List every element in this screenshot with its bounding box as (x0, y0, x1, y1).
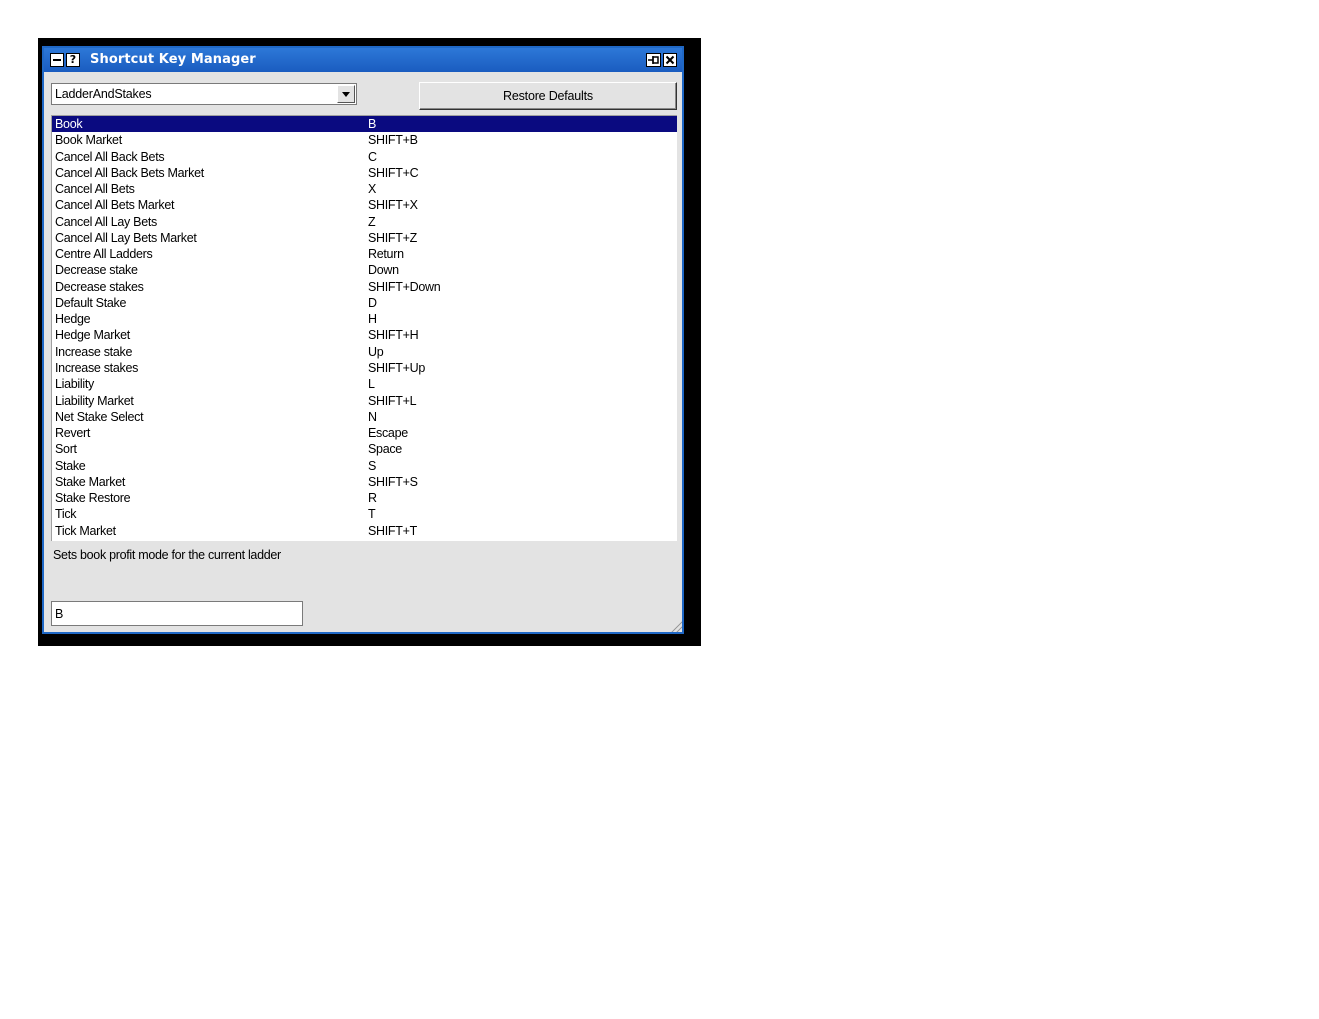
shortcut-action-label: Book (55, 117, 83, 131)
list-item[interactable]: Hedge Market SHIFT+H (52, 327, 677, 343)
list-item[interactable]: Book B (52, 116, 677, 133)
shortcut-key-label: SHIFT+L (368, 393, 417, 408)
shortcut-key-label: SHIFT+S (368, 474, 418, 489)
shortcut-key-label: Down (368, 263, 399, 278)
list-item[interactable]: Liability L (52, 376, 677, 392)
shortcut-action-label: Cancel All Back Bets Market (55, 165, 204, 180)
shortcut-key-label: Space (368, 442, 402, 457)
shortcut-action-label: Tick Market (55, 523, 116, 538)
shortcut-action-label: Cancel All Bets Market (55, 198, 175, 213)
list-item[interactable]: Book Market SHIFT+B (52, 132, 677, 148)
list-item[interactable]: Hedge H (52, 311, 677, 327)
shortcut-action-label: Liability (55, 377, 94, 392)
list-item[interactable]: Cancel All Bets Market SHIFT+X (52, 197, 677, 213)
list-item[interactable]: Cancel All Bets X (52, 181, 677, 197)
shortcut-action-label: Decrease stakes (55, 279, 144, 294)
shortcut-key-label: SHIFT+X (368, 198, 418, 213)
shortcut-key-label: N (368, 409, 377, 424)
shortcut-key-label: SHIFT+Z (368, 230, 417, 245)
shortcut-key-label: R (368, 491, 377, 506)
category-select-value: LadderAndStakes (55, 87, 152, 101)
shortcut-action-label: Default Stake (55, 295, 127, 310)
list-item[interactable]: Net Stake Select N (52, 409, 677, 425)
shortcut-key-label: SHIFT+C (368, 165, 419, 180)
shortcut-key-label: SHIFT+T (368, 523, 417, 538)
shortcut-action-label: Cancel All Back Bets (55, 149, 165, 164)
shortcut-key-manager-window: ? Shortcut Key Manager LadderAndStakes R… (42, 46, 684, 634)
list-item[interactable]: Cancel All Back Bets C (52, 149, 677, 165)
shortcut-description: Sets book profit mode for the current la… (53, 548, 281, 562)
shortcut-action-label: Cancel All Lay Bets (55, 214, 157, 229)
shortcut-action-label: Net Stake Select (55, 409, 144, 424)
shortcut-key-label: SHIFT+B (368, 133, 418, 148)
list-item[interactable]: Centre All Ladders Return (52, 246, 677, 262)
shortcut-action-label: Cancel All Lay Bets Market (55, 230, 197, 245)
shortcut-action-label: Centre All Ladders (55, 247, 153, 262)
title-bar[interactable]: ? Shortcut Key Manager (44, 48, 682, 72)
list-item[interactable]: Decrease stake Down (52, 262, 677, 278)
shortcut-action-label: Hedge Market (55, 328, 130, 343)
shortcut-key-label: S (368, 458, 377, 473)
help-icon[interactable]: ? (66, 53, 80, 67)
list-item[interactable]: Tick T (52, 506, 677, 522)
shortcut-action-label: Book Market (55, 133, 122, 148)
list-item[interactable]: Stake Market SHIFT+S (52, 474, 677, 490)
shortcut-action-label: Stake Restore (55, 491, 131, 506)
close-icon[interactable] (663, 53, 677, 67)
shortcut-key-label: X (368, 182, 377, 197)
list-item[interactable]: Increase stakes SHIFT+Up (52, 360, 677, 376)
list-item[interactable]: Cancel All Lay Bets Z (52, 214, 677, 230)
shortcut-key-label: Up (368, 344, 384, 359)
shortcut-action-label: Increase stake (55, 344, 133, 359)
shortcut-action-label: Increase stakes (55, 360, 139, 375)
shortcut-action-label: Hedge (55, 312, 91, 327)
shortcut-key-label: H (368, 312, 377, 327)
shortcut-key-label: T (368, 507, 376, 522)
shortcut-action-label: Decrease stake (55, 263, 138, 278)
list-item[interactable]: Cancel All Lay Bets Market SHIFT+Z (52, 230, 677, 246)
shortcut-action-label: Sort (55, 442, 77, 457)
resize-grip-icon[interactable] (670, 620, 682, 632)
shortcut-key-label: D (368, 295, 377, 310)
shortcut-action-label: Revert (55, 426, 91, 441)
shortcut-key-label: SHIFT+Down (368, 279, 441, 294)
list-item[interactable]: Increase stake Up (52, 344, 677, 360)
shortcut-key-label: Z (368, 214, 376, 229)
shortcut-list[interactable]: Book B Book Market SHIFT+B Cancel All Back B… (51, 115, 677, 541)
shortcut-action-label: Liability Market (55, 393, 134, 408)
list-item[interactable]: Sort Space (52, 441, 677, 457)
list-item[interactable]: Default Stake D (52, 295, 677, 311)
list-item[interactable]: Decrease stakes SHIFT+Down (52, 279, 677, 295)
list-item[interactable]: Revert Escape (52, 425, 677, 441)
shortcut-key-input[interactable] (51, 601, 303, 626)
shortcut-action-label: Stake Market (55, 474, 126, 489)
shortcut-key-label: C (368, 149, 377, 164)
shortcut-key-label: Return (368, 247, 404, 262)
shortcut-action-label: Cancel All Bets (55, 182, 135, 197)
list-item[interactable]: Stake S (52, 458, 677, 474)
list-item[interactable]: Cancel All Back Bets Market SHIFT+C (52, 165, 677, 181)
restore-defaults-button[interactable]: Restore Defaults (419, 82, 677, 110)
shortcut-key-label: B (368, 117, 377, 131)
list-item[interactable]: Liability Market SHIFT+L (52, 393, 677, 409)
shortcut-key-label: SHIFT+Up (368, 360, 425, 375)
chevron-down-icon[interactable] (337, 85, 355, 103)
pin-icon[interactable] (646, 53, 661, 67)
list-item[interactable]: Stake Restore R (52, 490, 677, 506)
shortcut-action-label: Tick (55, 507, 77, 522)
category-select[interactable]: LadderAndStakes (51, 83, 357, 105)
shortcut-key-label: Escape (368, 426, 408, 441)
shortcut-key-label: SHIFT+H (368, 328, 419, 343)
minimize-icon[interactable] (50, 53, 64, 67)
shortcut-key-label: L (368, 377, 375, 392)
shortcut-action-label: Stake (55, 458, 86, 473)
window-title: Shortcut Key Manager (90, 52, 256, 67)
list-item[interactable]: Tick Market SHIFT+T (52, 523, 677, 539)
